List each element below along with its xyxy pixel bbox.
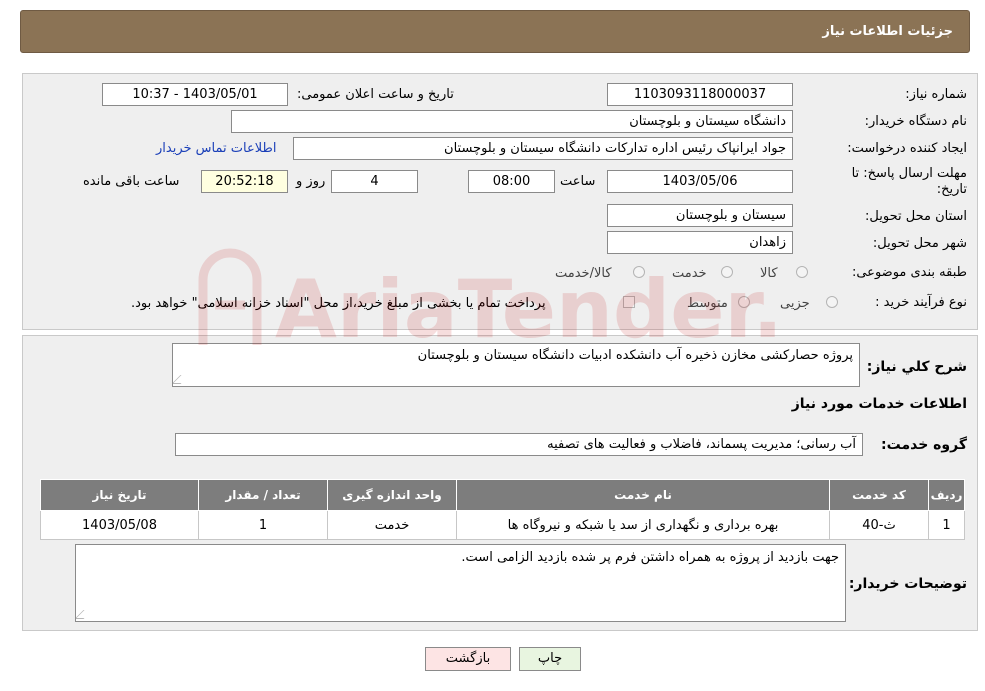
services-section-title: اطلاعات خدمات مورد نیاز [791,396,967,412]
col-qty-header: تعداد / مقدار [198,479,328,511]
buyer-notes-text: جهت بازدید از پروژه به همراه داشتن فرم پ… [461,550,839,565]
deadline-time-label: ساعت [560,174,596,189]
table-row: 1 ث-40 بهره برداری و نگهداری از سد یا شب… [40,510,965,540]
cell-name: بهره برداری و نگهداری از سد یا شبکه و نی… [456,510,830,540]
remaining-time-field: 20:52:18 [201,170,288,193]
cell-qty: 1 [198,510,328,540]
announce-date-field: 1403/05/01 - 10:37 [102,83,288,106]
summary-label: شرح کلي نياز: [866,359,967,375]
city-label: شهر محل تحویل: [872,236,967,251]
province-label: استان محل تحویل: [865,209,967,224]
cell-unit: خدمت [327,510,457,540]
purchase-type-label: نوع فرآیند خرید : [875,295,967,310]
creator-label: ایجاد کننده درخواست: [847,141,967,156]
buyer-notes-textarea[interactable]: جهت بازدید از پروژه به همراه داشتن فرم پ… [75,544,846,622]
summary-text: پروژه حصارکشی مخازن ذخیره آب دانشکده ادب… [417,348,853,363]
buyer-org-field: دانشگاه سیستان و بلوچستان [231,110,793,133]
province-field: سیستان و بلوچستان [607,204,793,227]
deadline-date-field: 1403/05/06 [607,170,793,193]
category-goods-label: کالا [760,266,778,281]
purchase-minor-label: جزیی [780,296,810,311]
need-number-label: شماره نیاز: [905,87,967,102]
col-code-header: کد خدمت [829,479,929,511]
creator-field: جواد ایرانپاک رئیس اداره تدارکات دانشگاه… [293,137,793,160]
category-goods-service-label: کالا/خدمت [555,266,612,281]
buyer-notes-label: توضیحات خریدار: [848,576,967,592]
col-date-header: تاریخ نیاز [40,479,199,511]
remaining-label: ساعت باقی مانده [83,174,180,189]
cell-code: ث-40 [829,510,929,540]
purchase-minor-radio[interactable] [826,296,838,308]
days-field: 4 [331,170,418,193]
back-button[interactable]: بازگشت [425,647,511,671]
print-button[interactable]: چاپ [519,647,581,671]
category-goods-radio[interactable] [796,266,808,278]
summary-textarea[interactable]: پروژه حصارکشی مخازن ذخیره آب دانشکده ادب… [172,343,860,387]
service-group-label: گروه خدمت: [881,437,967,453]
purchase-medium-radio[interactable] [738,296,750,308]
treasury-payment-checkbox[interactable] [623,296,635,308]
col-name-header: نام خدمت [456,479,830,511]
page-title: جزئیات اطلاعات نیاز [822,24,953,39]
category-service-radio[interactable] [721,266,733,278]
resize-grip-icon[interactable] [173,375,190,384]
col-unit-header: واحد اندازه گیری [327,479,457,511]
need-number-field: 1103093118000037 [607,83,793,106]
resize-grip-icon[interactable] [76,610,93,619]
cell-row: 1 [928,510,965,540]
announce-date-label: تاریخ و ساعت اعلان عمومی: [297,87,454,102]
category-label: طبقه بندی موضوعی: [851,265,967,280]
days-label: روز و [296,174,326,189]
deadline-label: مهلت ارسال پاسخ: تا تاریخ: [851,166,967,197]
buyer-org-label: نام دستگاه خریدار: [864,114,967,129]
category-service-label: خدمت [672,266,707,281]
category-goods-service-radio[interactable] [633,266,645,278]
deadline-time-field: 08:00 [468,170,555,193]
page-header: جزئیات اطلاعات نیاز [20,10,970,53]
services-table: ردیف کد خدمت نام خدمت واحد اندازه گیری ت… [40,479,965,540]
cell-date: 1403/05/08 [40,510,199,540]
buyer-contact-link[interactable]: اطلاعات تماس خریدار [156,141,276,156]
purchase-medium-label: متوسط [687,296,728,311]
payment-note: پرداخت تمام یا بخشی از مبلغ خرید،از محل … [131,296,546,311]
table-header-row: ردیف کد خدمت نام خدمت واحد اندازه گیری ت… [40,479,965,511]
service-group-field: آب رسانی؛ مدیریت پسماند، فاضلاب و فعالیت… [175,433,863,456]
city-field: زاهدان [607,231,793,254]
col-row-header: ردیف [928,479,965,511]
